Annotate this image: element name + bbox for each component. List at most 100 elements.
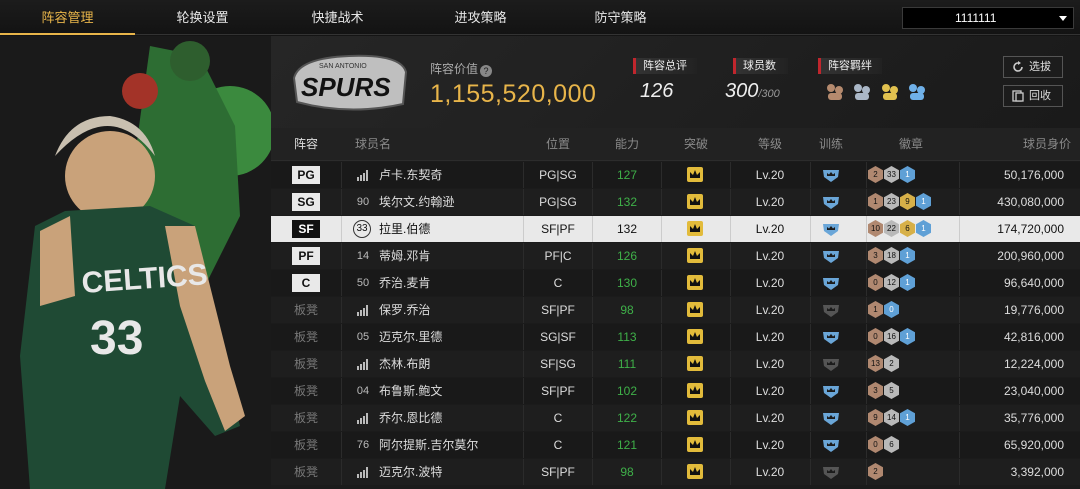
column-divider [959, 162, 960, 188]
breakthrough-crown-icon[interactable] [687, 410, 703, 425]
column-divider [661, 432, 662, 458]
breakthrough-crown-icon[interactable] [687, 302, 703, 317]
training-medal-icon[interactable] [821, 383, 841, 399]
player-ability: 122 [616, 411, 638, 425]
column-divider [661, 189, 662, 215]
player-level: Lv.20 [755, 438, 785, 452]
col-lineup[interactable]: 阵容 [271, 128, 341, 161]
player-value: 19,776,000 [1003, 303, 1064, 317]
player-name[interactable]: 阿尔提斯.吉尔莫尔 [379, 432, 478, 458]
training-medal-icon[interactable] [821, 275, 841, 291]
training-medal-icon[interactable] [821, 437, 841, 453]
table-row[interactable]: 板凳 杰林.布朗 SF|SG 111 Lv.20 13 2 12,224,000 [271, 351, 1080, 377]
jersey-number: 04 [356, 385, 370, 397]
training-medal-icon[interactable] [821, 221, 841, 237]
tab-offense[interactable]: 进攻策略 [413, 0, 548, 35]
bond-blue-icon[interactable] [907, 82, 927, 102]
column-divider [959, 351, 960, 377]
table-row[interactable]: 板凳 04 布鲁斯.鲍文 SF|PF 102 Lv.20 3 5 23,040,000 [271, 378, 1080, 404]
bond-label: 阵容羁绊 [818, 58, 882, 74]
table-header: 阵容 球员名 位置 能力 突破 等级 训练 徽章 球员身价 [271, 128, 1080, 161]
player-value: 200,960,000 [997, 249, 1064, 263]
user-select[interactable]: 1111111 [902, 7, 1074, 29]
breakthrough-crown-icon[interactable] [687, 248, 703, 263]
training-medal-icon[interactable] [821, 248, 841, 264]
table-row[interactable]: 板凳 保罗.乔治 SF|PF 98 Lv.20 1 0 19,776,000 [271, 297, 1080, 323]
recycle-button[interactable]: 回收 [1003, 85, 1063, 107]
table-row[interactable]: PG 卢卡.东契奇 PG|SG 127 Lv.20 2 33 1 50,176,000 [271, 162, 1080, 188]
table-row[interactable]: C 50 乔治.麦肯 C 130 Lv.20 0 12 1 96,640,000 [271, 270, 1080, 296]
column-divider [959, 297, 960, 323]
player-level: Lv.20 [755, 303, 785, 317]
col-training[interactable]: 训练 [791, 128, 871, 161]
player-name[interactable]: 卢卡.东契奇 [379, 162, 442, 188]
player-name[interactable]: 保罗.乔治 [379, 297, 430, 323]
bond-gold-icon[interactable] [880, 82, 900, 102]
player-name[interactable]: 迈克尔.里德 [379, 324, 442, 350]
column-divider [661, 243, 662, 269]
bond-silver-icon[interactable] [852, 82, 872, 102]
bond-bronze-icon[interactable] [825, 82, 845, 102]
training-medal-icon[interactable] [821, 356, 841, 372]
column-divider [810, 405, 811, 431]
breakthrough-crown-icon[interactable] [687, 194, 703, 209]
table-row[interactable]: 板凳 05 迈克尔.里德 SG|SF 113 Lv.20 0 16 1 42,816,000 [271, 324, 1080, 350]
player-name[interactable]: 迈克尔.波特 [379, 459, 442, 485]
lineup-header: SAN ANTONIO SPURS 阵容价值? 1,155,520,000 阵容… [271, 36, 1080, 128]
col-breakthrough[interactable]: 突破 [661, 128, 731, 161]
player-ability: 132 [616, 195, 638, 209]
column-divider [866, 351, 867, 377]
player-name[interactable]: 拉里.伯德 [379, 216, 430, 242]
column-divider [341, 243, 342, 269]
player-ability: 126 [616, 249, 638, 263]
refresh-icon [1013, 61, 1023, 72]
table-row[interactable]: 板凳 76 阿尔提斯.吉尔莫尔 C 121 Lv.20 0 6 65,920,000 [271, 432, 1080, 458]
breakthrough-crown-icon[interactable] [687, 383, 703, 398]
training-medal-icon[interactable] [821, 410, 841, 426]
breakthrough-crown-icon[interactable] [687, 221, 703, 236]
col-position[interactable]: 位置 [523, 128, 593, 161]
breakthrough-crown-icon[interactable] [687, 356, 703, 371]
breakthrough-crown-icon[interactable] [687, 464, 703, 479]
player-name[interactable]: 蒂姆.邓肯 [379, 243, 430, 269]
training-medal-icon[interactable] [821, 464, 841, 480]
player-name[interactable]: 布鲁斯.鲍文 [379, 378, 442, 404]
player-level: Lv.20 [755, 276, 785, 290]
table-row[interactable]: 板凳 迈克尔.波特 SF|PF 98 Lv.20 2 3,392,000 [271, 459, 1080, 485]
player-name[interactable]: 杰林.布朗 [379, 351, 430, 377]
training-medal-icon[interactable] [821, 194, 841, 210]
training-medal-icon[interactable] [821, 329, 841, 345]
player-name[interactable]: 乔治.麦肯 [379, 270, 430, 296]
breakthrough-crown-icon[interactable] [687, 167, 703, 182]
player-value: 42,816,000 [1003, 330, 1064, 344]
column-divider [810, 351, 811, 377]
col-ability[interactable]: 能力 [592, 128, 662, 161]
col-badges[interactable]: 徽章 [861, 128, 961, 161]
jersey-number: 33 [353, 220, 371, 238]
breakthrough-crown-icon[interactable] [687, 329, 703, 344]
recycle-button-label: 回收 [1029, 90, 1051, 102]
breakthrough-crown-icon[interactable] [687, 275, 703, 290]
column-divider [341, 297, 342, 323]
col-value[interactable]: 球员身价 [971, 128, 1071, 161]
breakthrough-crown-icon[interactable] [687, 437, 703, 452]
training-medal-icon[interactable] [821, 302, 841, 318]
select-button[interactable]: 选拔 [1003, 56, 1063, 78]
tab-defense[interactable]: 防守策略 [553, 0, 688, 35]
player-name[interactable]: 埃尔文.约翰逊 [379, 189, 454, 215]
tab-quick-tactics[interactable]: 快捷战术 [270, 0, 405, 35]
tab-rotation[interactable]: 轮换设置 [135, 0, 270, 35]
player-name[interactable]: 乔尔.恩比德 [379, 405, 442, 431]
column-divider [341, 351, 342, 377]
tab-lineup[interactable]: 阵容管理 [0, 0, 135, 35]
training-medal-icon[interactable] [821, 167, 841, 183]
table-row[interactable]: PF 14 蒂姆.邓肯 PF|C 126 Lv.20 3 18 1 200,960,000 [271, 243, 1080, 269]
help-icon[interactable]: ? [480, 65, 493, 77]
column-divider [866, 432, 867, 458]
column-divider [341, 378, 342, 404]
table-row[interactable]: SG 90 埃尔文.约翰逊 PG|SG 132 Lv.20 1 23 9 1 430,080,000 [271, 189, 1080, 215]
col-name[interactable]: 球员名 [355, 128, 395, 161]
table-row[interactable]: 板凳 乔尔.恩比德 C 122 Lv.20 9 14 1 35,776,000 [271, 405, 1080, 431]
table-row[interactable]: SF 33 拉里.伯德 SF|PF 132 Lv.20 10 22 6 1 174,720,000 [271, 216, 1080, 242]
column-divider [341, 405, 342, 431]
